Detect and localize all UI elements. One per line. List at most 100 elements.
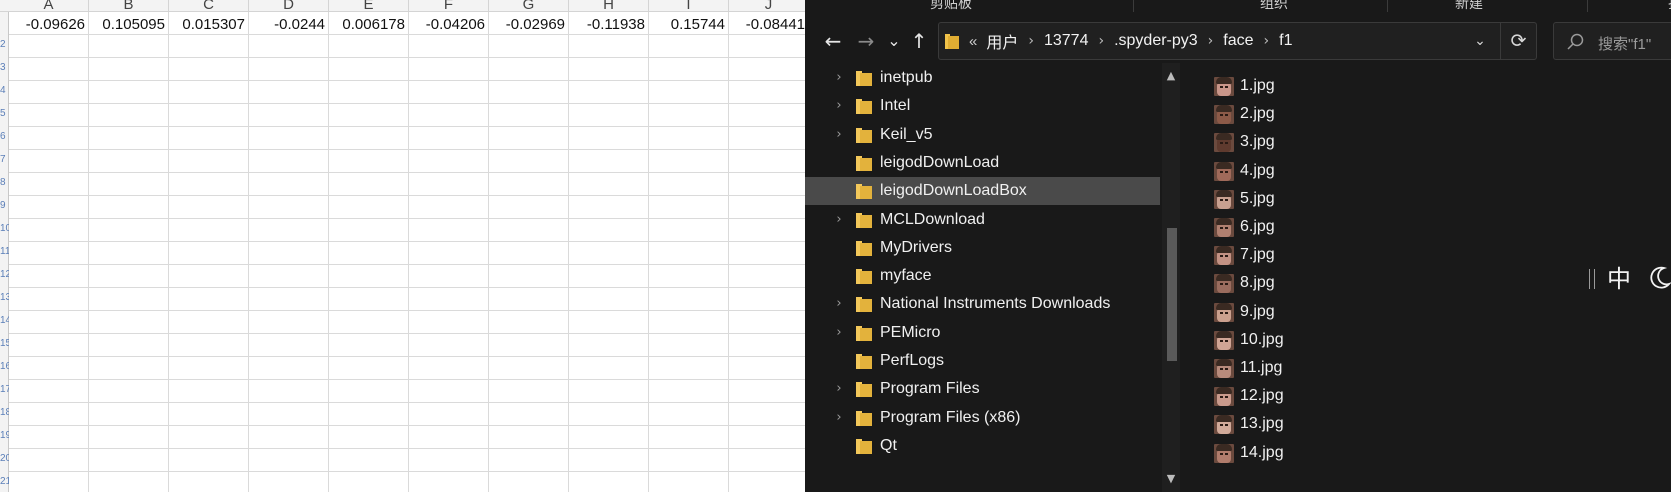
tree-item[interactable]: › Keil_v5 xyxy=(805,121,1160,149)
chevron-right-icon[interactable]: › xyxy=(1098,33,1104,49)
tree-item[interactable]: › PEMicro xyxy=(805,319,1160,347)
tree-item[interactable]: myface xyxy=(805,262,1160,290)
refresh-button[interactable]: ⟳ xyxy=(1500,23,1536,59)
file-item[interactable]: 5.jpg xyxy=(1214,184,1414,212)
tree-item[interactable]: › MCLDownload xyxy=(805,206,1160,234)
row-number[interactable]: 4 xyxy=(0,85,9,108)
row-number[interactable]: 9 xyxy=(0,200,9,223)
row-number[interactable]: 18 xyxy=(0,407,9,430)
file-item[interactable]: 10.jpg xyxy=(1214,325,1414,353)
breadcrumb-item[interactable]: face xyxy=(1223,32,1253,50)
scrollbar-thumb[interactable] xyxy=(1167,228,1177,361)
file-item[interactable]: 14.jpg xyxy=(1214,438,1414,466)
row-number[interactable]: 15 xyxy=(0,338,9,361)
tree-item[interactable]: › inetpub xyxy=(805,64,1160,92)
ime-mode-label[interactable]: 中 xyxy=(1607,265,1631,293)
column-header[interactable]: G xyxy=(489,0,569,13)
column-header[interactable]: H xyxy=(569,0,649,13)
row-number[interactable]: 5 xyxy=(0,108,9,131)
row-number[interactable]: 12 xyxy=(0,269,9,292)
row-number[interactable]: 21 xyxy=(0,476,9,492)
column-header[interactable]: B xyxy=(89,0,169,13)
row-number[interactable]: 10 xyxy=(0,223,9,246)
recent-locations-button[interactable]: ⌄ xyxy=(882,29,906,53)
row-number[interactable]: 6 xyxy=(0,131,9,154)
tree-item[interactable]: › National Instruments Downloads xyxy=(805,290,1160,318)
breadcrumb-item[interactable]: 用户 xyxy=(986,29,1018,53)
moon-icon[interactable] xyxy=(1649,264,1671,292)
file-item[interactable]: 12.jpg xyxy=(1214,381,1414,409)
scroll-up-arrow-icon[interactable]: ▲ xyxy=(1164,69,1178,83)
column-header[interactable]: D xyxy=(249,0,329,13)
chevron-right-icon[interactable]: › xyxy=(1028,33,1034,49)
tree-item[interactable]: Qt xyxy=(805,432,1160,460)
column-header[interactable]: F xyxy=(409,0,489,13)
breadcrumb-item[interactable]: f1 xyxy=(1279,32,1292,50)
chevron-right-icon[interactable]: › xyxy=(1264,33,1270,49)
row-number[interactable]: 19 xyxy=(0,430,9,453)
tree-item[interactable]: › Program Files (x86) xyxy=(805,404,1160,432)
row-number[interactable]: 11 xyxy=(0,246,9,269)
breadcrumb-item[interactable]: 13774 xyxy=(1044,32,1089,50)
breadcrumb-overflow-button[interactable]: « xyxy=(969,33,977,50)
column-header[interactable]: C xyxy=(169,0,249,13)
breadcrumb-item[interactable]: .spyder-py3 xyxy=(1114,32,1198,50)
tree-item[interactable]: leigodDownLoadBox xyxy=(805,177,1160,206)
file-item[interactable]: 6.jpg xyxy=(1214,212,1414,240)
row-number[interactable]: 8 xyxy=(0,177,9,200)
cell-value[interactable]: 0.105095 xyxy=(89,14,169,36)
cell-value[interactable]: -0.02969 xyxy=(489,14,569,36)
chevron-right-icon[interactable]: › xyxy=(831,210,847,230)
row-number[interactable]: 7 xyxy=(0,154,9,177)
chevron-right-icon[interactable]: › xyxy=(831,68,847,88)
chevron-right-icon[interactable]: › xyxy=(831,379,847,399)
cell-value[interactable]: 0.015307 xyxy=(169,14,249,36)
chevron-right-icon[interactable]: › xyxy=(831,323,847,343)
cell-value[interactable]: 0.006178 xyxy=(329,14,409,36)
tree-item[interactable]: › Intel xyxy=(805,92,1160,120)
ime-drag-handle[interactable] xyxy=(1589,269,1595,289)
row-number[interactable]: 16 xyxy=(0,361,9,384)
tree-item[interactable]: › Program Files xyxy=(805,375,1160,403)
file-item[interactable]: 4.jpg xyxy=(1214,156,1414,184)
row-number[interactable]: 14 xyxy=(0,315,9,338)
address-bar[interactable]: « 用户 › 13774 › .spyder-py3 › face › f1 ⌄ ⟳ xyxy=(938,22,1537,60)
file-item[interactable]: 11.jpg xyxy=(1214,353,1414,381)
row-number[interactable]: 2 xyxy=(0,39,9,62)
column-header[interactable]: E xyxy=(329,0,409,13)
scroll-down-arrow-icon[interactable]: ▼ xyxy=(1164,472,1178,486)
file-item[interactable]: 2.jpg xyxy=(1214,99,1414,127)
cell-value[interactable]: -0.08441 xyxy=(729,14,805,36)
up-button[interactable]: ↑ xyxy=(907,29,931,53)
cell-grid[interactable] xyxy=(9,12,805,492)
row-number[interactable]: 20 xyxy=(0,453,9,476)
search-input[interactable]: 搜索"f1" xyxy=(1553,22,1671,60)
row-number[interactable]: 13 xyxy=(0,292,9,315)
chevron-right-icon[interactable]: › xyxy=(831,96,847,116)
file-item[interactable]: 9.jpg xyxy=(1214,297,1414,325)
cell-value[interactable]: -0.09626 xyxy=(9,14,89,36)
cell-value[interactable]: -0.11938 xyxy=(569,14,649,36)
file-item[interactable]: 3.jpg xyxy=(1214,127,1414,155)
tree-item[interactable]: leigodDownLoad xyxy=(805,149,1160,177)
chevron-right-icon[interactable]: › xyxy=(831,125,847,145)
tree-item[interactable]: MyDrivers xyxy=(805,234,1160,262)
tree-item[interactable]: PerfLogs xyxy=(805,347,1160,375)
cell-value[interactable]: -0.0244 xyxy=(249,14,329,36)
column-header[interactable]: J xyxy=(729,0,805,13)
chevron-right-icon[interactable]: › xyxy=(1208,33,1214,49)
row-number[interactable]: 17 xyxy=(0,384,9,407)
cell-value[interactable]: -0.04206 xyxy=(409,14,489,36)
file-item[interactable]: 1.jpg xyxy=(1214,71,1414,99)
cell-value[interactable]: 0.15744 xyxy=(649,14,729,36)
file-item[interactable]: 8.jpg xyxy=(1214,268,1414,296)
row-number[interactable]: 3 xyxy=(0,62,9,85)
back-button[interactable]: ← xyxy=(821,29,845,53)
chevron-right-icon[interactable]: › xyxy=(831,408,847,428)
column-header[interactable]: A xyxy=(9,0,89,13)
file-item[interactable]: 13.jpg xyxy=(1214,409,1414,437)
chevron-right-icon[interactable]: › xyxy=(831,294,847,314)
forward-button[interactable]: → xyxy=(854,29,878,53)
column-header[interactable]: I xyxy=(649,0,729,13)
ime-indicator[interactable]: 中 xyxy=(1589,264,1671,294)
